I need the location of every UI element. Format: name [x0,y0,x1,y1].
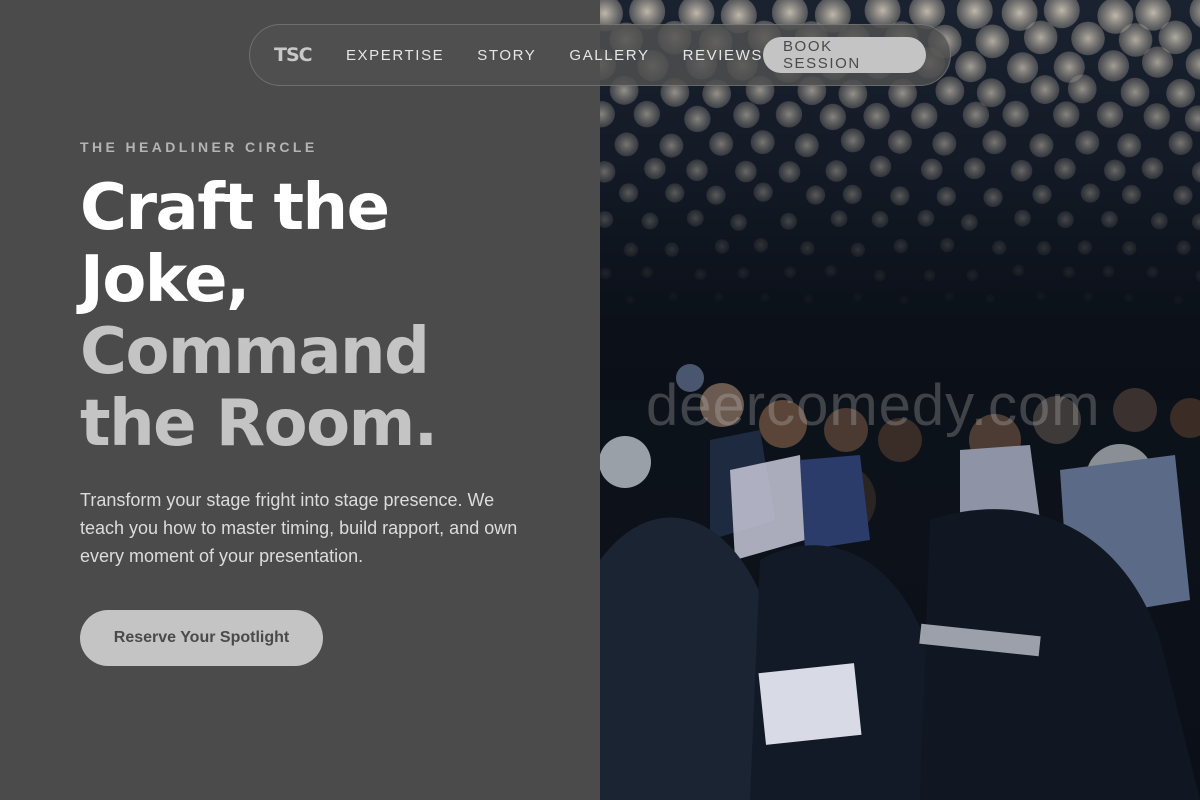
bokeh-light [962,101,990,129]
bokeh-light [920,158,943,181]
bokeh-light [911,102,938,129]
bokeh-light [932,131,957,156]
nav-links: EXPERTISE STORY GALLERY REVIEWS [346,47,763,64]
book-session-button[interactable]: BOOK SESSION [762,37,926,73]
bokeh-light [1030,75,1060,104]
bokeh-light [1075,130,1100,155]
hero-description: Transform your stage fright into stage p… [80,490,518,566]
watermark: deercomedy.com [646,373,1101,438]
reserve-spotlight-button[interactable]: Reserve Your Spotlight [80,610,323,666]
bokeh-light [614,132,639,157]
bokeh-light [825,160,848,182]
bokeh-light [956,0,993,29]
bokeh-light [794,133,819,158]
headline-line-4: the Room. [80,387,438,461]
bokeh-light [955,50,987,83]
bokeh-light [1097,50,1130,82]
brand-logo[interactable]: TSC [274,44,346,66]
bokeh-light [887,129,912,154]
bokeh-light [819,103,846,131]
bokeh-light [1104,159,1126,182]
bokeh-light [775,101,803,128]
bokeh-light [1166,78,1196,108]
bokeh-light [684,105,711,133]
bokeh-light [982,130,1007,155]
bokeh-light [600,101,615,128]
bokeh-light [840,128,865,153]
headline-line-2: Joke, [80,243,250,317]
headline-line-3: Command [80,315,430,389]
bokeh-light [1168,130,1193,155]
bokeh-light [1006,52,1039,84]
nav-link-reviews[interactable]: REVIEWS [683,47,763,64]
nav-link-expertise[interactable]: EXPERTISE [346,47,444,64]
bokeh-light [1029,133,1054,158]
bokeh-light [733,101,760,129]
bokeh-light [1096,101,1124,128]
bokeh-light [1120,77,1150,107]
bokeh-light [963,157,986,180]
bokeh-light [863,102,890,130]
bokeh-light [935,76,965,106]
bokeh-light [1071,21,1105,56]
nav-link-story[interactable]: STORY [477,47,536,64]
bokeh-light [735,160,757,183]
bokeh-light [1141,46,1174,78]
bokeh-light [750,130,775,155]
bokeh-light [1143,103,1170,130]
bokeh-light [1067,74,1097,104]
bokeh-light [1002,100,1029,128]
bokeh-light [618,183,639,203]
bokeh-light [633,100,661,128]
bokeh-light [659,133,684,158]
bokeh-light [1010,159,1033,182]
bokeh-light [1191,161,1200,183]
bokeh-light [753,182,773,202]
bokeh-light [1023,20,1058,55]
bokeh-light [686,159,708,182]
hero-headline: Craft the Joke, Command the Room. [80,171,438,461]
bokeh-light [778,161,801,183]
headline-line-1: Craft the [80,171,390,245]
bokeh-light [869,155,892,178]
bokeh-light [709,131,734,156]
bokeh-light [1053,101,1080,128]
bokeh-light [644,157,666,180]
bokeh-light [1184,105,1200,132]
bokeh-light [1141,157,1164,180]
bokeh-light [600,161,616,183]
top-navigation: TSC EXPERTISE STORY GALLERY REVIEWS BOOK… [249,24,951,86]
bokeh-light [975,24,1010,59]
bokeh-light [1185,48,1200,80]
bokeh-light [1117,133,1142,158]
bokeh-light [665,183,685,203]
nav-link-gallery[interactable]: GALLERY [569,47,649,64]
bokeh-light [1054,157,1076,180]
bokeh-light [1080,183,1100,203]
hero-eyebrow: THE HEADLINER CIRCLE [80,139,318,155]
bokeh-light [1189,0,1200,28]
